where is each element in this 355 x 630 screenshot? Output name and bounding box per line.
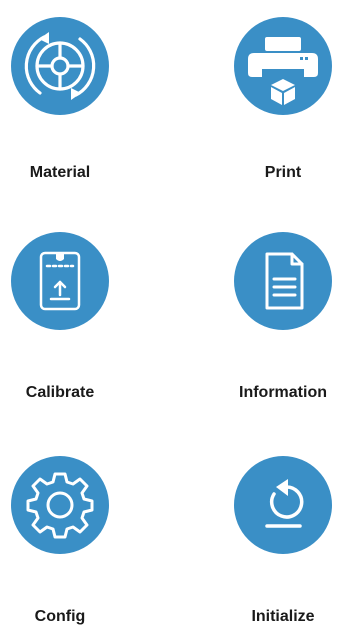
- print-button[interactable]: [234, 17, 332, 115]
- menu-item-config[interactable]: Config: [0, 440, 160, 630]
- information-button[interactable]: [234, 232, 332, 330]
- config-button[interactable]: [11, 456, 109, 554]
- config-label: Config: [34, 608, 86, 625]
- gear-icon: [26, 472, 94, 539]
- information-label: Information: [239, 384, 327, 401]
- calibrate-label: Calibrate: [25, 384, 95, 401]
- material-button[interactable]: [11, 17, 109, 115]
- material-reel-icon: [24, 32, 96, 100]
- calibrate-button[interactable]: [11, 232, 109, 330]
- menu-item-initialize[interactable]: Initialize: [180, 440, 340, 630]
- reset-icon: [265, 479, 304, 528]
- initialize-label: Initialize: [251, 608, 315, 625]
- menu-item-material[interactable]: Material: [0, 0, 160, 190]
- calibrate-icon: [39, 251, 81, 311]
- material-label: Material: [29, 164, 91, 181]
- menu-item-calibrate[interactable]: Calibrate: [0, 220, 160, 410]
- document-icon: [265, 252, 304, 310]
- print-label: Print: [264, 164, 302, 181]
- initialize-button[interactable]: [234, 456, 332, 554]
- menu-item-information[interactable]: Information: [180, 220, 340, 410]
- menu-item-print[interactable]: Print: [180, 0, 340, 190]
- printer-icon: [248, 37, 318, 105]
